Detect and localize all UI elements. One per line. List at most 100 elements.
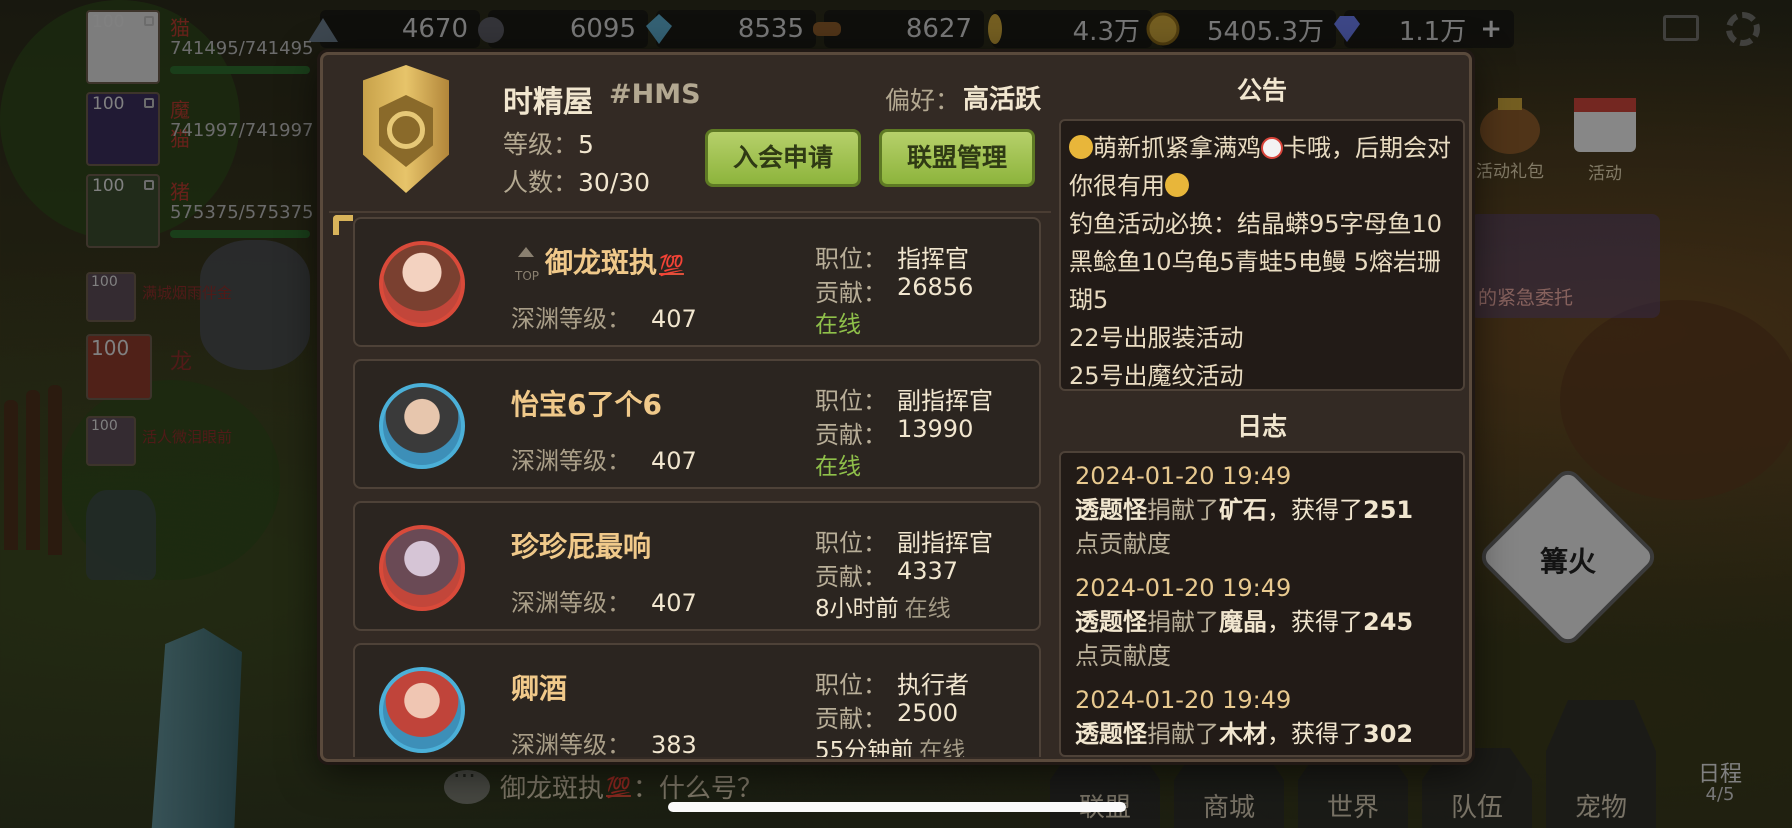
team-slot[interactable]: 100 满城烟雨伴金 (86, 272, 232, 322)
abyss-level: 深渊等级： 383 (511, 731, 697, 757)
home-indicator[interactable] (668, 802, 1126, 812)
notice-line: 钓鱼活动必换：结晶蟒95字母鱼10黑鲶鱼10乌龟5青蛙5电鳗 5熔岩珊瑚5 (1069, 210, 1443, 314)
member-position: 指挥官 (897, 245, 969, 273)
lock-icon (144, 180, 154, 190)
join-request-button[interactable]: 入会申请 (705, 129, 861, 187)
add-diamond-button[interactable]: + (1480, 14, 1502, 44)
list-corner-decoration (333, 215, 353, 235)
team-slot[interactable]: 100 猫 741495/741495 (86, 10, 314, 84)
guild-manage-button[interactable]: 联盟管理 (879, 129, 1035, 187)
guild-level: 等级：5 (503, 130, 594, 159)
chicken-icon (1261, 137, 1283, 159)
log-entry: 透题怪捐献了矿石，获得了251 (1075, 496, 1414, 524)
smiley-icon (1069, 135, 1093, 159)
activity-gift-button[interactable]: 活动礼包 (1470, 92, 1550, 182)
resource-crystal: 8535 (646, 10, 816, 48)
member-contribution: 2500 (897, 699, 959, 727)
hp-bar (170, 230, 310, 238)
preference-value: 高活跃 (963, 85, 1042, 115)
calendar-icon (1574, 98, 1636, 152)
gear-icon[interactable] (1726, 12, 1760, 46)
chat-bubble-icon[interactable] (444, 762, 490, 804)
avatar: 100 (86, 174, 160, 248)
log-entry: 透题怪捐献了魔晶，获得了245 (1075, 608, 1414, 636)
guild-member-count: 人数：30/30 (503, 168, 651, 197)
notice-line: 25号出魔纹活动 (1069, 362, 1244, 390)
last-seen: 8小时前 在线 (815, 596, 951, 622)
abyss-level: 深渊等级： 407 (511, 447, 697, 475)
hp-bar (170, 66, 310, 74)
top-rank-icon: TOP (515, 247, 539, 283)
list-item[interactable]: TOP 御龙斑执 💯 深渊等级： 407 职位： 指挥官 贡献： 26856 在线 (353, 217, 1041, 347)
lock-icon (144, 16, 154, 26)
avatar (379, 525, 465, 611)
diamond-icon (1330, 12, 1364, 46)
resource-wheat: 4.3万 (988, 10, 1152, 48)
resource-diamond[interactable]: 1.1万 + (1334, 10, 1514, 48)
team-slot[interactable]: 100 魔猫 741997/741997 (86, 92, 314, 166)
mail-icon[interactable] (1663, 15, 1699, 41)
member-list[interactable]: TOP 御龙斑执 💯 深渊等级： 407 职位： 指挥官 贡献： 26856 在线 … (329, 211, 1051, 757)
chat-bar[interactable]: 御龙斑执 💯 ：什么号？ (444, 762, 763, 805)
team-slot[interactable]: 100 活人微泪眼前 (86, 416, 232, 466)
avatar: 100 (86, 10, 160, 84)
member-contribution: 4337 (897, 557, 959, 585)
abyss-level: 深渊等级： 407 (511, 305, 697, 333)
crystal-icon (642, 12, 676, 46)
urgent-task-banner[interactable]: 的紧急委托 (1470, 214, 1660, 318)
notice-line: 22号出服装活动 (1069, 324, 1244, 352)
stone-statue (86, 490, 156, 580)
avatar: 100 (86, 416, 136, 466)
list-item[interactable]: 卿酒 深渊等级： 383 职位： 执行者 贡献： 2500 55分钟前 在线 (353, 643, 1041, 757)
member-contribution: 13990 (897, 415, 974, 443)
guild-name: 时精屋 (503, 85, 593, 120)
list-item[interactable]: 珍珍屁最响 深渊等级： 407 职位： 副指挥官 贡献： 4337 8小时前 在线 (353, 501, 1041, 631)
avatar (379, 241, 465, 327)
nav-pet[interactable]: 宠物 (1546, 700, 1656, 828)
hundred-points-icon: 💯 (659, 253, 684, 277)
preference-label: 偏好： (885, 86, 961, 115)
log-time: 2024-01-20 19:49 (1075, 462, 1292, 490)
lock-icon (144, 98, 154, 108)
coin-icon (1146, 12, 1180, 46)
log-entry-suffix: 点贡献度 (1075, 530, 1171, 558)
team-slot[interactable]: 100 龙 (86, 334, 192, 400)
chat-message: ：什么号？ (632, 774, 763, 804)
abyss-level: 深渊等级： 407 (511, 589, 697, 617)
notice-title: 公告 (1236, 76, 1287, 105)
log-entry-suffix: 点贡献度 (1075, 642, 1171, 670)
schedule-button[interactable]: 日程 4/5 (1670, 690, 1770, 828)
ore-icon (474, 12, 508, 46)
avatar: 100 (86, 92, 160, 166)
online-status: 在线 (815, 312, 861, 338)
team-slot[interactable]: 100 猪 575375/575375 (86, 174, 314, 248)
log-title: 日志 (1236, 412, 1287, 441)
fence-post (26, 390, 40, 550)
stone-well (200, 240, 310, 370)
wheat-icon (978, 12, 1012, 46)
gift-bag-icon (1480, 98, 1540, 154)
activity-log[interactable]: 2024-01-20 19:49 透题怪捐献了矿石，获得了251 点贡献度 20… (1059, 451, 1465, 757)
avatar: 100 (86, 334, 152, 400)
log-entry: 透题怪捐献了木材，获得了302 (1075, 720, 1414, 748)
background-tree (1560, 300, 1792, 500)
guild-panel: 时精屋 #HMS 偏好： 高活跃 等级：5 人数：30/30 入会申请 联盟管理… (320, 52, 1472, 762)
last-seen: 55分钟前 在线 (815, 738, 966, 757)
log-time: 2024-01-20 19:49 (1075, 686, 1292, 714)
fence-post (4, 400, 18, 550)
guild-emblem-ring (387, 111, 425, 149)
avatar (379, 383, 465, 469)
smiley-icon (1165, 173, 1189, 197)
notice-board[interactable]: 萌新抓紧拿满鸡 卡哦，后期会对你很有用 钓鱼活动必换：结晶蟒95字母鱼10黑鲶鱼1… (1059, 119, 1465, 391)
member-position: 执行者 (897, 671, 969, 699)
crystal-pillar (151, 628, 242, 828)
resource-bar: 4670 6095 8535 8627 4.3万 5405.3万 1.1万 + (308, 10, 1514, 50)
activity-button[interactable]: 活动 (1568, 88, 1642, 184)
resource-stone: 4670 (308, 10, 480, 48)
member-name: 怡宝6了个6 (511, 388, 662, 421)
hundred-points-icon: 💯 (606, 774, 631, 799)
member-name: 御龙斑执 💯 (545, 246, 684, 279)
list-item[interactable]: 怡宝6了个6 深渊等级： 407 职位： 副指挥官 贡献： 13990 在线 (353, 359, 1041, 489)
fence-post (48, 385, 62, 555)
guild-tag: #HMS (609, 79, 701, 110)
